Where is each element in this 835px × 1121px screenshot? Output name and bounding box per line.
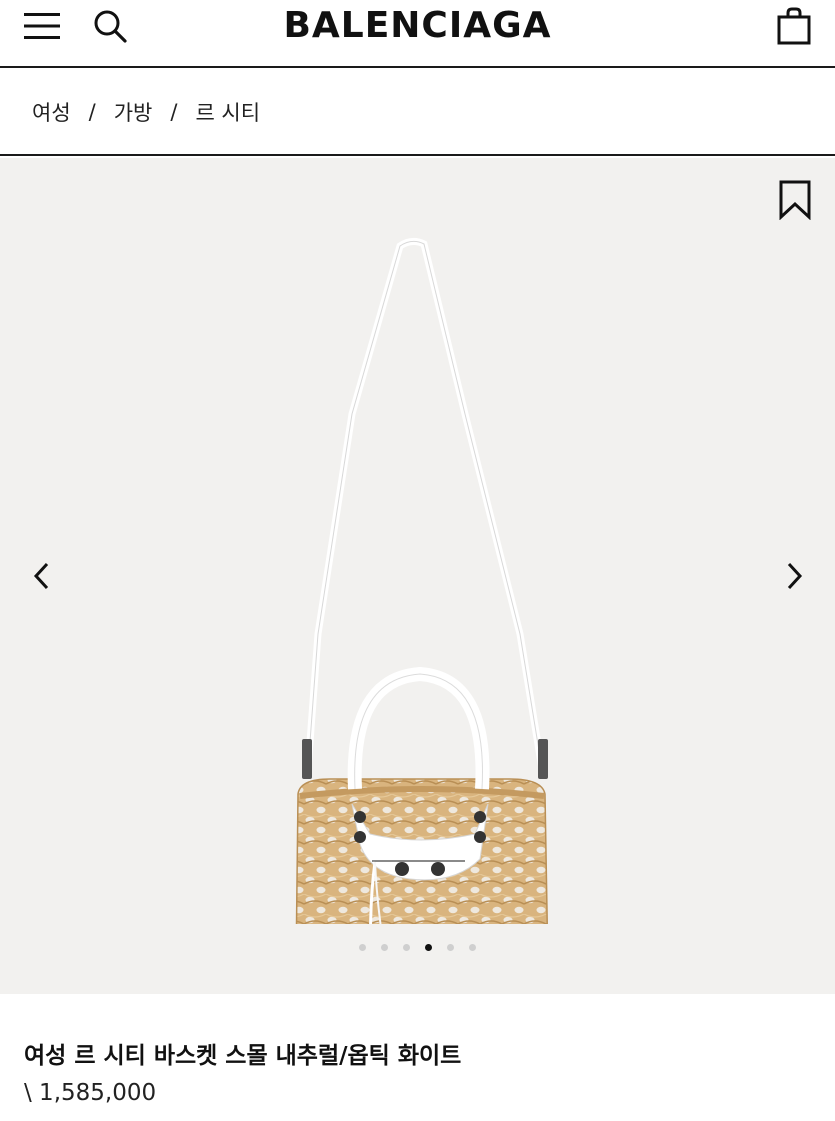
pagination-dot[interactable] xyxy=(425,944,432,951)
pagination-dot[interactable] xyxy=(381,944,388,951)
pagination-dot[interactable] xyxy=(403,944,410,951)
pagination-dot[interactable] xyxy=(469,944,476,951)
product-info: 여성 르 시티 바스켓 스몰 내추럴/옵틱 화이트 \ 1,585,000 xyxy=(0,994,835,1121)
image-pagination xyxy=(0,944,835,951)
brand-logo[interactable]: BALENCIAGA xyxy=(0,6,835,46)
product-image-gallery[interactable] xyxy=(0,158,835,994)
breadcrumb-le-city[interactable]: 르 시티 xyxy=(195,97,260,127)
breadcrumb-separator: / xyxy=(88,100,96,124)
product-price: \ 1,585,000 xyxy=(24,1080,157,1106)
breadcrumb-women[interactable]: 여성 xyxy=(32,97,71,127)
breadcrumb: 여성 / 가방 / 르 시티 xyxy=(0,70,835,156)
bookmark-icon xyxy=(779,180,811,221)
product-photo-basket-bag xyxy=(295,237,548,924)
previous-image-button[interactable] xyxy=(22,554,62,598)
cart-button[interactable] xyxy=(772,6,816,46)
shopping-bag-icon xyxy=(777,7,811,45)
pagination-dot[interactable] xyxy=(447,944,454,951)
breadcrumb-separator: / xyxy=(170,100,178,124)
pagination-dot[interactable] xyxy=(359,944,366,951)
product-title: 여성 르 시티 바스켓 스몰 내추럴/옵틱 화이트 xyxy=(24,1043,462,1069)
wishlist-button[interactable] xyxy=(778,180,812,221)
top-header: BALENCIAGA xyxy=(0,0,835,68)
chevron-right-icon xyxy=(787,562,803,590)
next-image-button[interactable] xyxy=(774,554,814,598)
chevron-left-icon xyxy=(33,562,49,590)
breadcrumb-bags[interactable]: 가방 xyxy=(114,97,153,127)
